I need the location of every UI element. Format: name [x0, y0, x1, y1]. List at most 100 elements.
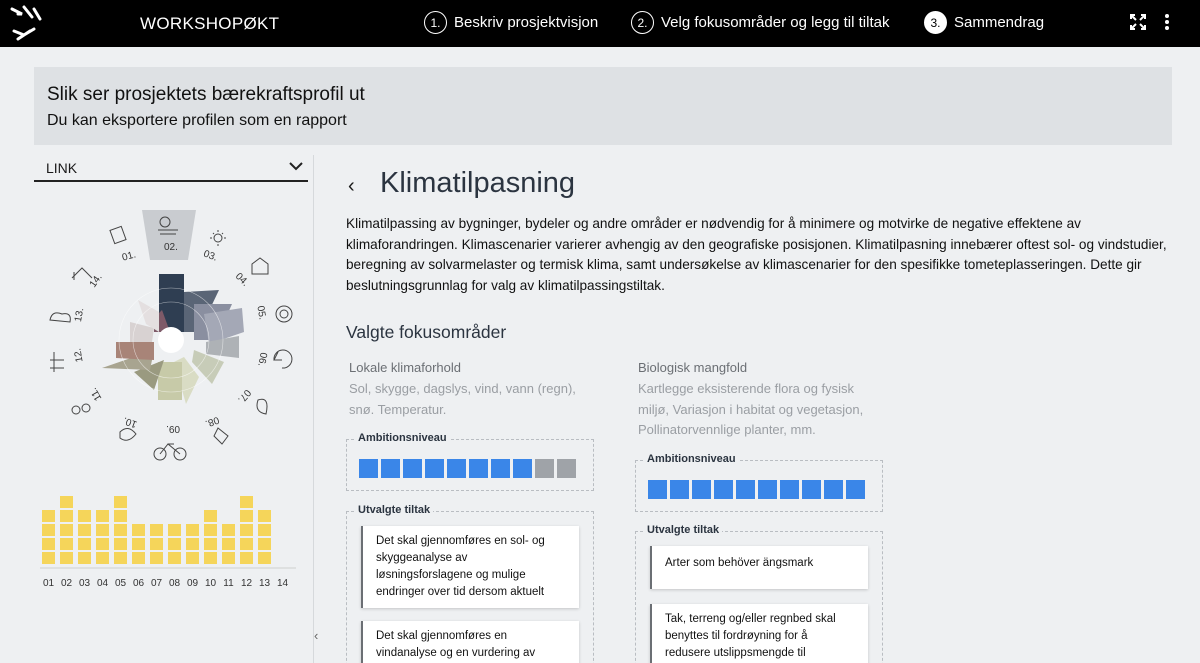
fullscreen-icon[interactable] — [1129, 13, 1147, 31]
bar-label: 09 — [187, 578, 199, 589]
bar-block — [78, 538, 91, 550]
bar-block — [240, 524, 253, 536]
bar-label: 11 — [223, 578, 234, 589]
focus-area-name: Biologisk mangfold — [638, 360, 748, 375]
step-label: Velg fokusområder og legg til tiltak — [661, 14, 890, 31]
ambition-level-squares — [359, 459, 576, 478]
bar-block — [204, 510, 217, 522]
project-select-value: LINK — [46, 160, 78, 176]
ambition-level-box: Ambitionsniveau — [346, 432, 594, 491]
ambition-square — [648, 480, 667, 499]
bar-block — [240, 538, 253, 550]
focus-area-card: Biologisk mangfold Kartlegge eksisterend… — [638, 360, 888, 441]
back-button[interactable]: ‹ — [348, 175, 355, 198]
bar-block — [78, 524, 91, 536]
cycle-icon — [273, 349, 293, 369]
bar-block — [240, 496, 253, 508]
wheel-label-02: 02. — [164, 242, 178, 253]
wheel-label-06: 06. — [255, 352, 268, 368]
bar-label: 10 — [205, 578, 217, 589]
bicycle-icon — [153, 443, 187, 461]
bar-block — [96, 510, 109, 522]
more-vertical-icon[interactable] — [1164, 13, 1170, 31]
focus-area-name: Lokale klimaforhold — [349, 360, 462, 375]
step-1-project-vision[interactable]: 1. Beskriv prosjektvisjon — [424, 11, 598, 34]
bar-label: 08 — [169, 578, 181, 589]
section-title: Valgte fokusområder — [346, 322, 507, 342]
bar-block — [42, 524, 55, 536]
step-number: 1. — [424, 11, 447, 34]
ambition-square — [403, 459, 422, 478]
wheel-label-01: 01. — [121, 249, 137, 263]
ambition-square — [535, 459, 554, 478]
bar-block — [222, 524, 235, 536]
step-number: 2. — [631, 11, 654, 34]
app-title: WORKSHOPØKT — [140, 14, 280, 33]
topic-description: Klimatilpassing av bygninger, bydeler og… — [346, 216, 1167, 293]
bar-block — [258, 524, 271, 536]
bar-block — [204, 538, 217, 550]
measure-card[interactable]: Tak, terreng og/eller regnbed skal benyt… — [650, 604, 868, 663]
pencil-icon — [213, 427, 229, 445]
target-icon — [275, 305, 293, 323]
sustainability-wheel[interactable]: 01. 02. 03. 04. 05. 06. 07. 08. 09. 10. … — [34, 192, 308, 472]
step-label: Sammendrag — [954, 14, 1045, 31]
wheel-label-08: 08. — [204, 414, 221, 429]
measure-card[interactable]: Det skal gjennomføres en sol- og skyggea… — [361, 526, 579, 608]
building-icon — [71, 267, 93, 280]
bar-label: 04 — [97, 578, 109, 589]
bar-label: 03 — [79, 578, 91, 589]
bar-label: 02 — [61, 578, 73, 589]
bar-block — [114, 552, 127, 564]
link-logo-icon[interactable] — [10, 5, 44, 41]
bar-block — [258, 510, 271, 522]
bar-block — [60, 552, 73, 564]
bar-block — [78, 510, 91, 522]
step-2-focus-areas[interactable]: 2. Velg fokusområder og legg til tiltak — [631, 11, 889, 34]
bar-block — [96, 538, 109, 550]
bar-block — [132, 524, 145, 536]
bar-block — [168, 552, 181, 564]
ambition-square — [381, 459, 400, 478]
bar-label: 14 — [277, 578, 289, 589]
bar-label: 05 — [115, 578, 127, 589]
bar-block — [42, 538, 55, 550]
bar-block — [42, 552, 55, 564]
bar-block — [186, 524, 199, 536]
ambition-bar-chart: 01 02 03 04 05 06 07 08 09 10 11 12 13 14 — [40, 496, 296, 589]
bar-block — [186, 552, 199, 564]
measure-card[interactable]: Arter som behöver ängsmark — [650, 546, 868, 589]
measure-card[interactable]: Det skal gjennomføres en vindanalyse og … — [361, 621, 579, 663]
bar-block — [96, 552, 109, 564]
bar-label: 06 — [133, 578, 145, 589]
gears-icon — [71, 403, 91, 415]
step-3-summary[interactable]: 3. Sammendrag — [924, 11, 1044, 34]
bar-block — [114, 510, 127, 522]
focus-area-description: Sol, skygge, dagslys, vind, vann (regn),… — [349, 381, 576, 417]
bar-label: 13 — [259, 578, 271, 589]
ambition-label: Ambitionsniveau — [644, 453, 739, 465]
bar-block — [168, 538, 181, 550]
bar-block — [186, 538, 199, 550]
ambition-square — [557, 459, 576, 478]
ambition-label: Ambitionsniveau — [355, 432, 450, 444]
bar-block — [42, 510, 55, 522]
cloud-sun-icon — [49, 312, 71, 323]
collapse-panel-button[interactable]: ‹ — [314, 628, 318, 643]
sun-icon — [210, 230, 226, 246]
ambition-square — [846, 480, 865, 499]
top-bar: WORKSHOPØKT 1. Beskriv prosjektvisjon 2.… — [0, 0, 1200, 47]
measures-label: Utvalgte tiltak — [644, 524, 723, 536]
step-number: 3. — [924, 11, 947, 34]
bar-block — [168, 524, 181, 536]
panel-divider — [313, 155, 314, 663]
project-select[interactable]: LINK — [34, 155, 308, 182]
bar-block — [60, 510, 73, 522]
bar-block — [60, 538, 73, 550]
wheel-label-09: 09. — [166, 423, 180, 434]
ambition-square — [780, 480, 799, 499]
ambition-square — [802, 480, 821, 499]
bar-block — [240, 552, 253, 564]
ambition-square — [425, 459, 444, 478]
bar-block — [78, 552, 91, 564]
